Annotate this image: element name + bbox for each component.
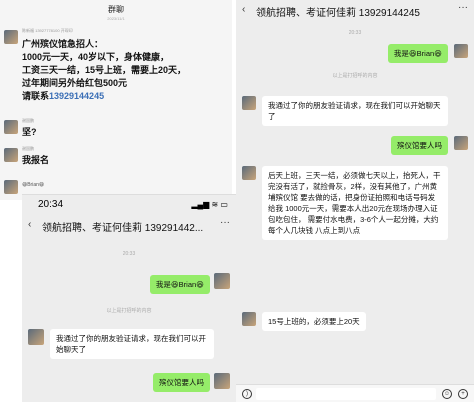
- sender-name: 陈新福 13927778100 开琛印: [22, 28, 73, 33]
- message-input[interactable]: [256, 388, 436, 400]
- plus-icon[interactable]: +: [458, 389, 468, 399]
- phone-link[interactable]: 13929144245: [49, 91, 104, 101]
- contact-label: 请联系: [22, 91, 50, 101]
- avatar[interactable]: [28, 329, 44, 345]
- avatar[interactable]: [4, 180, 18, 194]
- avatar[interactable]: [4, 30, 18, 44]
- status-time: 20:34: [38, 199, 64, 210]
- post-line: 工资三天一结，15号上班，需要上20天，: [22, 65, 187, 75]
- more-icon[interactable]: ···: [220, 217, 230, 228]
- avatar[interactable]: [214, 273, 230, 289]
- avatar[interactable]: [4, 120, 18, 134]
- post-line: 过年期间另外给红包500元: [22, 78, 128, 88]
- message-bubble-out[interactable]: 我是😆Brian😆: [149, 275, 210, 294]
- back-chevron-icon[interactable]: ‹: [28, 219, 31, 230]
- message-text: 坚?: [22, 127, 37, 137]
- message-bubble-out[interactable]: 殡仪馆要人吗: [153, 373, 210, 392]
- chat-title: 领航招聘、考证何佳莉 139291442...: [42, 223, 204, 234]
- message-text: 😆Brian😆: [22, 182, 45, 188]
- voice-icon[interactable]: ): [242, 389, 252, 399]
- message-bubble-in[interactable]: 我通过了你的朋友验证请求，现在我们可以开始聊天了: [262, 96, 448, 126]
- message-bubble-out[interactable]: 殡仪馆要人吗: [391, 136, 448, 155]
- input-bar: ) ☺ +: [236, 384, 474, 402]
- post-line: 1000元一天，40岁以下，身体健康，: [22, 52, 170, 62]
- message-text: 我报名: [22, 155, 50, 165]
- group-chat-title: 群聊: [108, 5, 124, 14]
- sender-name: 谢国鹏: [22, 118, 34, 123]
- message-time: 20:33: [348, 30, 362, 36]
- message-bubble-in[interactable]: 我通过了你的朋友验证请求，现在我们可以开始聊天了: [50, 329, 214, 359]
- sender-name: 谢国鹏: [22, 146, 34, 151]
- private-chat-panel: ‹ 领航招聘、考证何佳莉 13929144245 ··· 20:33 我是😆Br…: [236, 0, 474, 402]
- chat-title: 领航招聘、考证何佳莉 13929144245: [256, 8, 420, 19]
- message-bubble-in[interactable]: 后天上班，三天一结，必须做七天以上，抬死人，干完没有活了，就捡骨灰，2样，没有其…: [262, 166, 448, 240]
- avatar[interactable]: [214, 373, 230, 389]
- message-bubble-in[interactable]: 15号上班的，必须要上20天: [262, 312, 366, 331]
- back-chevron-icon[interactable]: ‹: [242, 4, 245, 15]
- signal-wifi-battery-icon: ▂▄▆ ≋ ▭: [191, 200, 228, 209]
- recruit-post: 广州殡仪馆急招人： 1000元一天，40岁以下，身体健康， 工资三天一结，15号…: [22, 38, 230, 103]
- avatar[interactable]: [454, 44, 468, 58]
- avatar[interactable]: [4, 148, 18, 162]
- system-message: 以上是打招呼的内容: [106, 308, 152, 314]
- more-icon[interactable]: ···: [458, 2, 468, 13]
- message-bubble-out[interactable]: 我是😆Brian😆: [387, 44, 448, 63]
- avatar[interactable]: [454, 136, 468, 150]
- system-message: 以上是打招呼的内容: [332, 73, 378, 79]
- avatar[interactable]: [242, 166, 256, 180]
- post-line-contact: 请联系13929144245: [22, 90, 230, 103]
- post-line: 广州殡仪馆急招人：: [22, 39, 104, 49]
- group-chat-time: 2023/11/1: [107, 16, 125, 21]
- emoji-icon[interactable]: ☺: [442, 389, 452, 399]
- group-chat-panel: 群聊 2023/11/1 陈新福 13927778100 开琛印 广州殡仪馆急招…: [0, 0, 232, 200]
- avatar[interactable]: [242, 312, 256, 326]
- phone-chat-panel: 20:34 ▂▄▆ ≋ ▭ ‹ 领航招聘、考证何佳莉 139291442... …: [22, 194, 236, 402]
- avatar[interactable]: [242, 96, 256, 110]
- message-time: 20:33: [122, 251, 136, 257]
